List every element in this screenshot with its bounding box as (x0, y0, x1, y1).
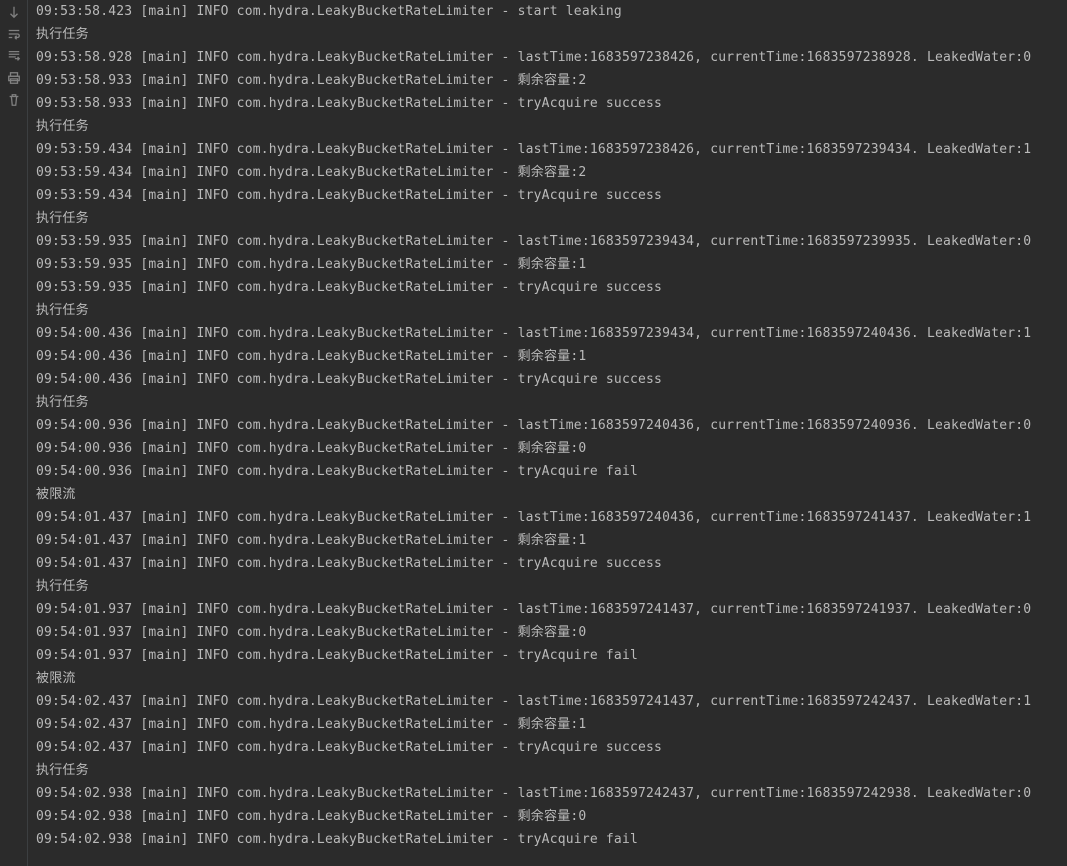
log-line: 09:54:00.936 [main] INFO com.hydra.Leaky… (36, 437, 1059, 460)
log-line: 09:54:00.436 [main] INFO com.hydra.Leaky… (36, 368, 1059, 391)
log-line: 被限流 (36, 483, 1059, 506)
trash-icon[interactable] (6, 92, 22, 108)
log-line: 09:53:59.935 [main] INFO com.hydra.Leaky… (36, 253, 1059, 276)
log-line: 09:53:58.933 [main] INFO com.hydra.Leaky… (36, 92, 1059, 115)
log-line: 执行任务 (36, 299, 1059, 322)
wrap-icon[interactable] (6, 26, 22, 42)
log-line: 09:54:00.936 [main] INFO com.hydra.Leaky… (36, 460, 1059, 483)
log-line: 09:54:02.437 [main] INFO com.hydra.Leaky… (36, 690, 1059, 713)
log-line: 09:54:02.938 [main] INFO com.hydra.Leaky… (36, 805, 1059, 828)
log-line: 09:54:01.437 [main] INFO com.hydra.Leaky… (36, 529, 1059, 552)
log-line: 09:54:02.938 [main] INFO com.hydra.Leaky… (36, 782, 1059, 805)
log-line: 执行任务 (36, 575, 1059, 598)
log-line: 09:54:01.937 [main] INFO com.hydra.Leaky… (36, 598, 1059, 621)
log-line: 09:54:02.437 [main] INFO com.hydra.Leaky… (36, 736, 1059, 759)
log-line: 09:54:01.437 [main] INFO com.hydra.Leaky… (36, 552, 1059, 575)
log-line: 执行任务 (36, 207, 1059, 230)
log-line: 执行任务 (36, 391, 1059, 414)
log-line: 09:53:58.933 [main] INFO com.hydra.Leaky… (36, 69, 1059, 92)
log-line: 09:54:02.938 [main] INFO com.hydra.Leaky… (36, 828, 1059, 851)
log-line: 执行任务 (36, 759, 1059, 782)
scroll-to-end-icon[interactable] (6, 48, 22, 64)
log-line: 被限流 (36, 667, 1059, 690)
log-line: 09:53:59.434 [main] INFO com.hydra.Leaky… (36, 184, 1059, 207)
log-line: 09:53:58.928 [main] INFO com.hydra.Leaky… (36, 46, 1059, 69)
log-line: 09:54:00.436 [main] INFO com.hydra.Leaky… (36, 345, 1059, 368)
log-line: 09:53:59.935 [main] INFO com.hydra.Leaky… (36, 276, 1059, 299)
log-line: 执行任务 (36, 115, 1059, 138)
log-line: 09:54:02.437 [main] INFO com.hydra.Leaky… (36, 713, 1059, 736)
log-line: 09:54:01.937 [main] INFO com.hydra.Leaky… (36, 644, 1059, 667)
print-icon[interactable] (6, 70, 22, 86)
log-line: 09:54:01.437 [main] INFO com.hydra.Leaky… (36, 506, 1059, 529)
console-output[interactable]: 09:53:58.423 [main] INFO com.hydra.Leaky… (28, 0, 1067, 866)
arrow-down-icon[interactable] (6, 4, 22, 20)
log-line: 执行任务 (36, 23, 1059, 46)
log-line: 09:53:59.434 [main] INFO com.hydra.Leaky… (36, 161, 1059, 184)
log-line: 09:53:59.434 [main] INFO com.hydra.Leaky… (36, 138, 1059, 161)
gutter (0, 0, 28, 866)
log-line: 09:54:00.436 [main] INFO com.hydra.Leaky… (36, 322, 1059, 345)
log-line: 09:53:59.935 [main] INFO com.hydra.Leaky… (36, 230, 1059, 253)
log-line: 09:54:01.937 [main] INFO com.hydra.Leaky… (36, 621, 1059, 644)
log-line: 09:54:00.936 [main] INFO com.hydra.Leaky… (36, 414, 1059, 437)
log-line: 09:53:58.423 [main] INFO com.hydra.Leaky… (36, 0, 1059, 23)
